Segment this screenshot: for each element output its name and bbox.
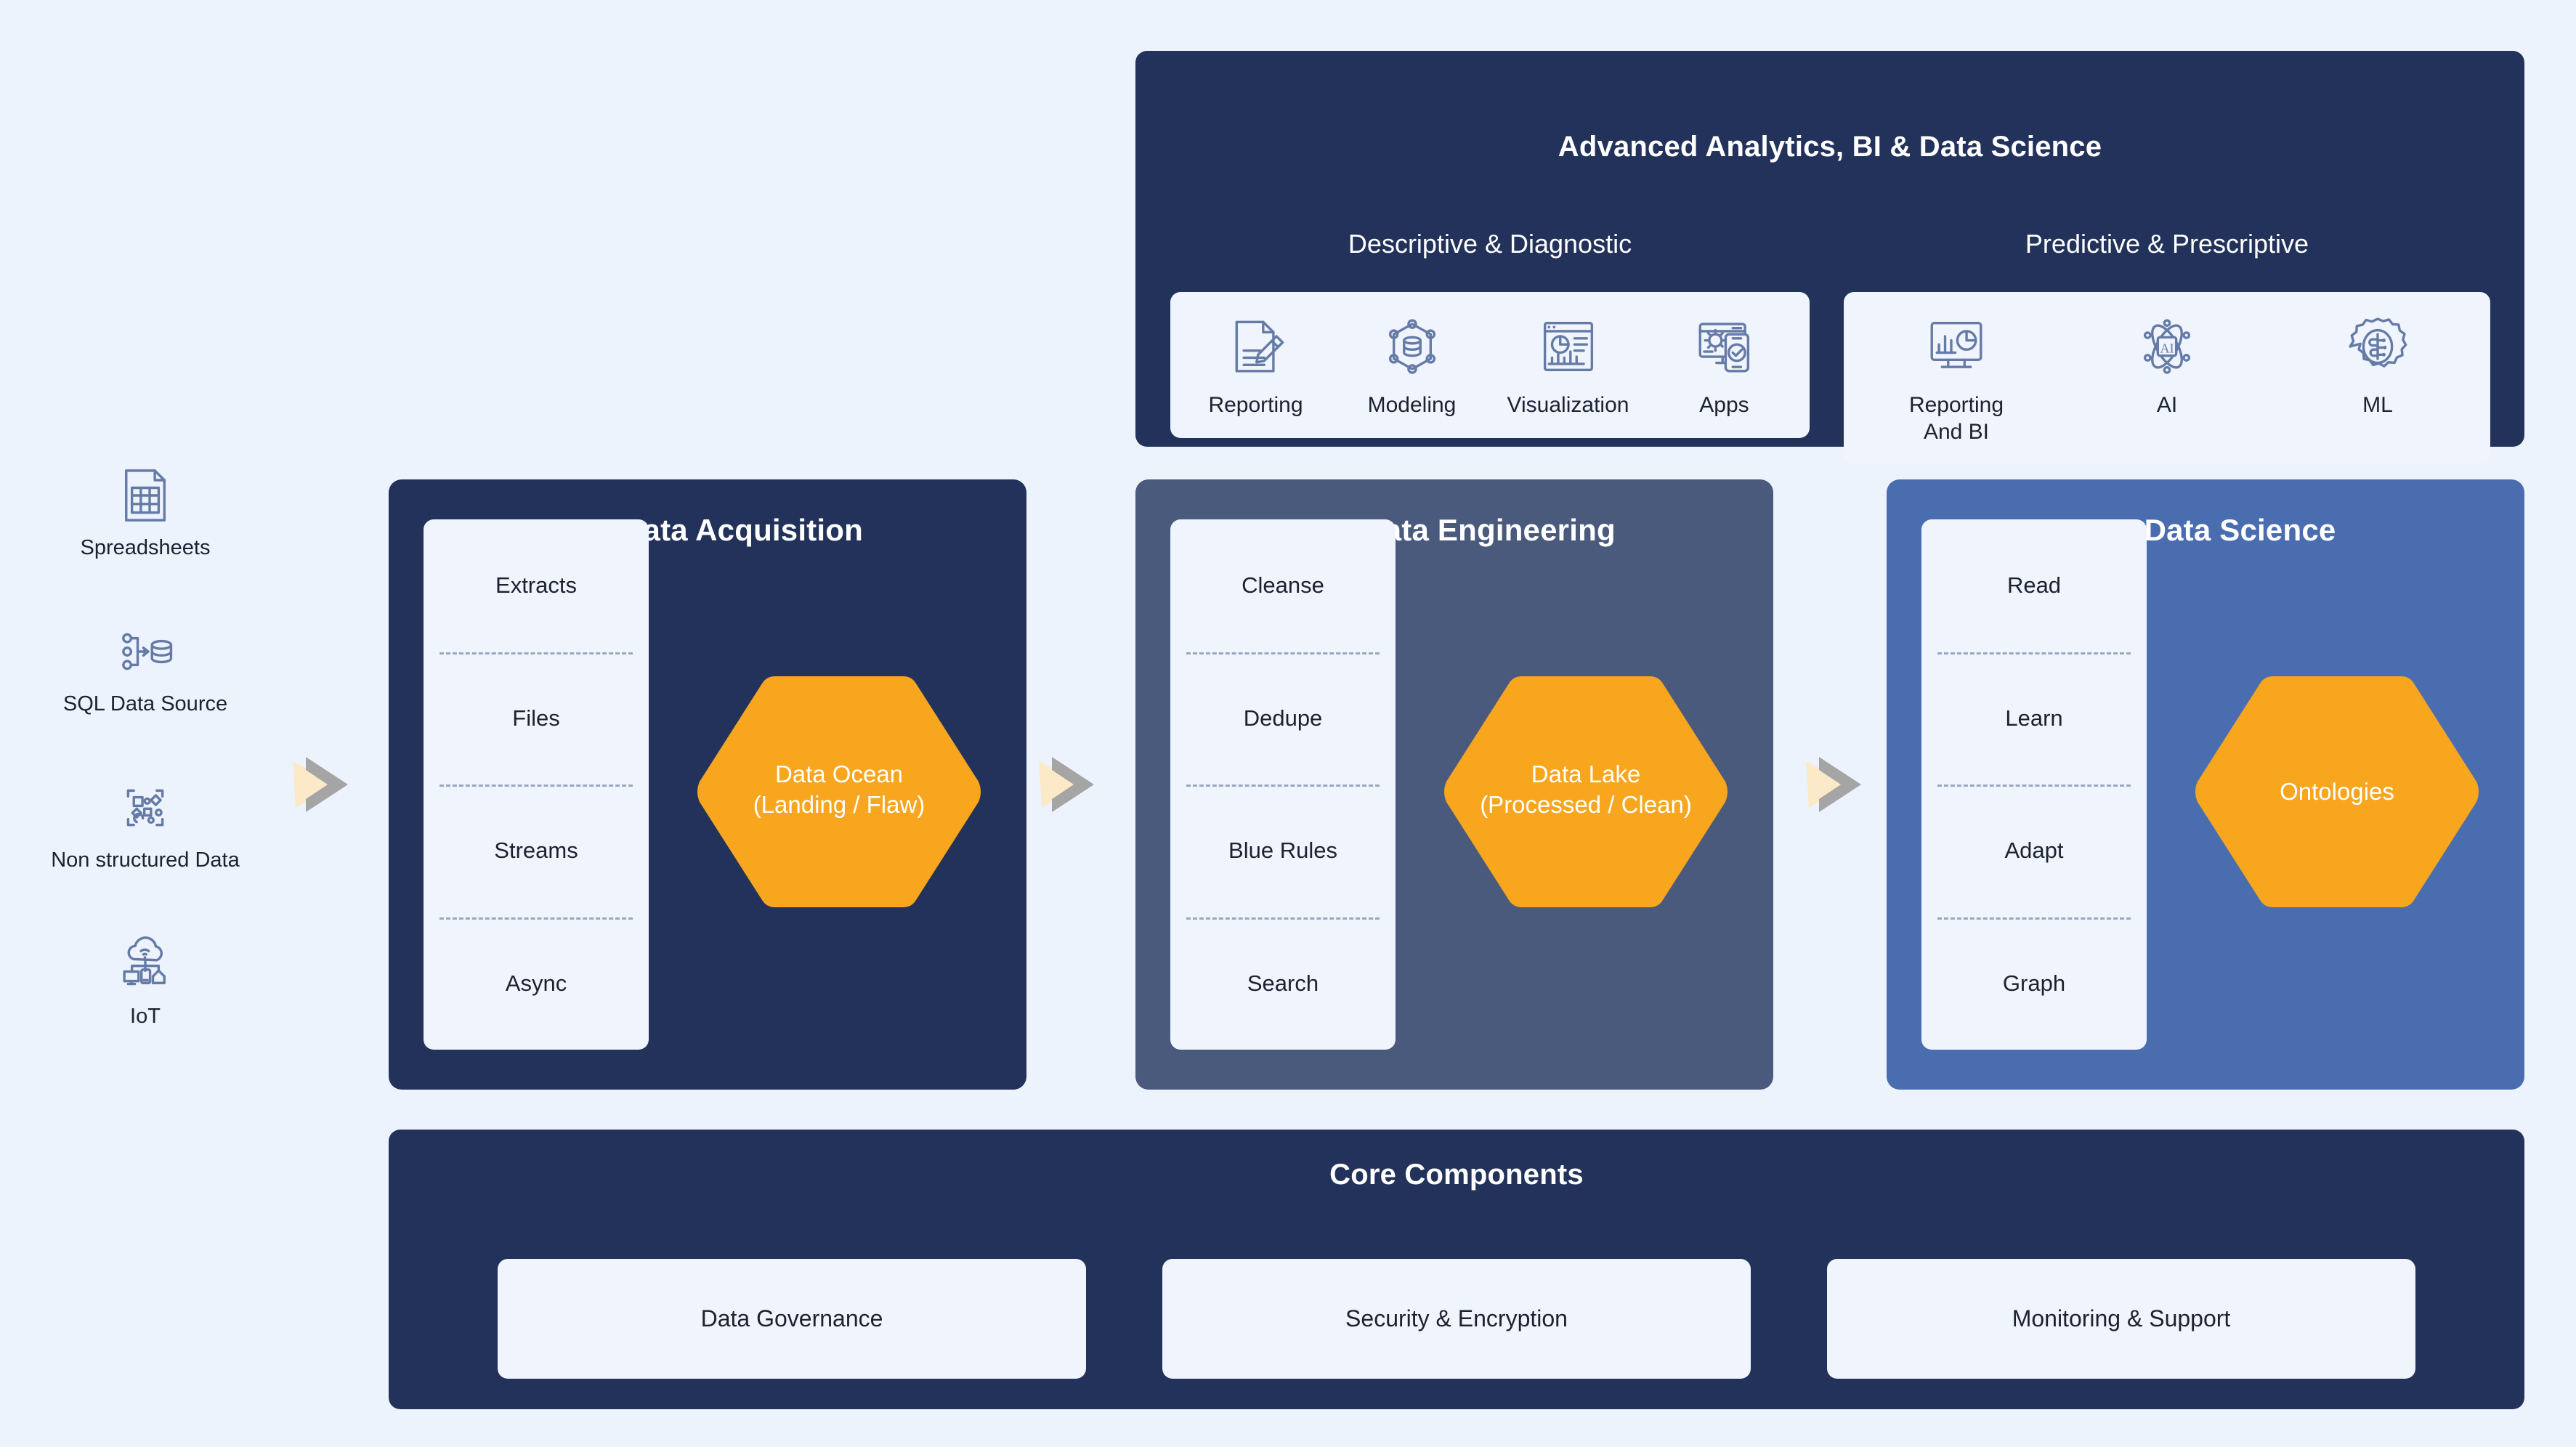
capability-ai[interactable]: AI AI (2089, 314, 2245, 419)
analytics-group-descriptive: Descriptive & Diagnostic Reporting Model… (1170, 229, 1810, 438)
step-item[interactable]: Adapt (1921, 785, 2147, 917)
core-components-panel: Core Components Data Governance Security… (389, 1130, 2524, 1409)
engineering-step-card: Cleanse Dedupe Blue Rules Search (1170, 519, 1396, 1050)
source-label: Non structured Data (51, 848, 240, 872)
iot-cloud-icon (115, 933, 176, 994)
core-component-label: Security & Encryption (1345, 1305, 1568, 1332)
step-label: Search (1247, 970, 1319, 996)
capability-modeling[interactable]: Modeling (1334, 314, 1490, 419)
step-label: Files (512, 705, 560, 731)
step-item[interactable]: Search (1170, 917, 1396, 1050)
advanced-analytics-panel: Advanced Analytics, BI & Data Science De… (1135, 51, 2524, 465)
capability-label: Reporting (1208, 393, 1303, 417)
step-label: Read (2006, 572, 2062, 599)
step-item[interactable]: Graph (1921, 917, 2147, 1050)
svg-text:AI: AI (2160, 341, 2174, 355)
hexagon-line-2: (Landing / Flaw) (753, 791, 926, 819)
capability-label: Modeling (1367, 393, 1457, 417)
core-component-data-governance[interactable]: Data Governance (498, 1259, 1086, 1379)
source-item-iot: IoT (0, 933, 291, 1090)
capability-label: Visualization (1507, 393, 1629, 417)
core-components-list: Data Governance Security & Encryption Mo… (389, 1259, 2524, 1379)
ml-brain-gear-icon (2345, 314, 2410, 379)
step-item[interactable]: Cleanse (1170, 519, 1396, 652)
core-component-label: Monitoring & Support (2012, 1305, 2231, 1332)
source-label: Spreadsheets (80, 536, 211, 559)
source-item-spreadsheets: Spreadsheets (0, 465, 291, 621)
analytics-group-title: Predictive & Prescriptive (2025, 229, 2309, 259)
step-item[interactable]: Async (424, 917, 649, 1050)
hexagon-line-1: Ontologies (2280, 778, 2394, 805)
analytics-group-title: Descriptive & Diagnostic (1348, 229, 1632, 259)
dashboard-chart-icon (1536, 314, 1601, 379)
acquisition-step-card: Extracts Files Streams Async (424, 519, 649, 1050)
source-label: IoT (130, 1005, 161, 1028)
capability-reporting-and-bi[interactable]: Reporting And BI (1879, 314, 2035, 445)
step-label: Blue Rules (1228, 838, 1337, 864)
capability-apps[interactable]: Apps (1646, 314, 1802, 419)
core-component-label: Data Governance (700, 1305, 883, 1332)
step-label: Extracts (495, 572, 577, 599)
capability-label: ML (2362, 393, 2393, 417)
predictive-capability-card: Reporting And BI AI AI ML (1844, 292, 2490, 465)
step-label: Async (505, 970, 567, 996)
capability-label: AI (2156, 393, 2178, 417)
step-item[interactable]: Streams (424, 785, 649, 917)
core-component-security-encryption[interactable]: Security & Encryption (1162, 1259, 1751, 1379)
core-component-monitoring-support[interactable]: Monitoring & Support (1827, 1259, 2415, 1379)
step-label: Adapt (2004, 838, 2064, 864)
data-model-network-icon (1380, 314, 1445, 379)
hexagon-ontologies: Ontologies (2192, 672, 2482, 912)
unstructured-data-icon (115, 777, 176, 838)
stage-panel-data-engineering: Data Engineering Cleanse Dedupe Blue Rul… (1135, 479, 1773, 1090)
analytics-group-predictive: Predictive & Prescriptive Reporting And … (1844, 229, 2490, 465)
apps-device-icon (1692, 314, 1757, 379)
arrow-acquisition-to-engineering (1026, 741, 1113, 828)
monitor-analytics-icon (1924, 314, 1989, 379)
capability-reporting[interactable]: Reporting (1178, 314, 1334, 419)
science-step-card: Read Learn Adapt Graph (1921, 519, 2147, 1050)
hexagon-data-ocean: Data Ocean (Landing / Flaw) (694, 672, 984, 912)
diagram-canvas: Spreadsheets SQL Data Source Non structu… (0, 0, 2576, 1447)
sql-database-icon (115, 621, 176, 682)
data-sources-column: Spreadsheets SQL Data Source Non structu… (0, 465, 291, 1090)
step-item[interactable]: Blue Rules (1170, 785, 1396, 917)
step-label: Dedupe (1243, 705, 1323, 731)
capability-label: Reporting And BI (1908, 393, 2004, 444)
analytics-panel-title: Advanced Analytics, BI & Data Science (1558, 131, 2102, 163)
hexagon-line-1: Data Ocean (774, 761, 904, 787)
hexagon-line-2: (Processed / Clean) (1480, 791, 1692, 819)
ai-atom-icon: AI (2134, 314, 2200, 379)
stage-panel-data-acquisition: Data Acquisition Extracts Files Streams … (389, 479, 1026, 1090)
step-label: Graph (2002, 970, 2066, 996)
capability-visualization[interactable]: Visualization (1490, 314, 1646, 419)
stage-panel-data-science: Data Science Read Learn Adapt Graph Onto… (1887, 479, 2524, 1090)
step-item[interactable]: Dedupe (1170, 652, 1396, 785)
arrow-engineering-to-science (1793, 741, 1880, 828)
capability-label: Apps (1699, 393, 1749, 417)
core-components-title: Core Components (1329, 1159, 1584, 1191)
hexagon-line-1: Data Lake (1531, 761, 1641, 787)
step-item[interactable]: Read (1921, 519, 2147, 652)
step-label: Learn (2005, 705, 2063, 731)
descriptive-capability-card: Reporting Modeling Visualization Apps (1170, 292, 1810, 438)
source-label: SQL Data Source (62, 692, 228, 716)
step-label: Cleanse (1242, 572, 1324, 599)
capability-ml[interactable]: ML (2300, 314, 2456, 419)
source-item-sql-data-source: SQL Data Source (0, 621, 291, 777)
document-edit-icon (1223, 314, 1289, 379)
step-label: Streams (494, 838, 578, 864)
step-item[interactable]: Files (424, 652, 649, 785)
step-item[interactable]: Learn (1921, 652, 2147, 785)
hexagon-data-lake: Data Lake (Processed / Clean) (1441, 672, 1731, 912)
spreadsheet-icon (115, 465, 176, 526)
step-item[interactable]: Extracts (424, 519, 649, 652)
source-item-non-structured-data: Non structured Data (0, 777, 291, 933)
arrow-sources-to-acquisition (280, 741, 367, 828)
